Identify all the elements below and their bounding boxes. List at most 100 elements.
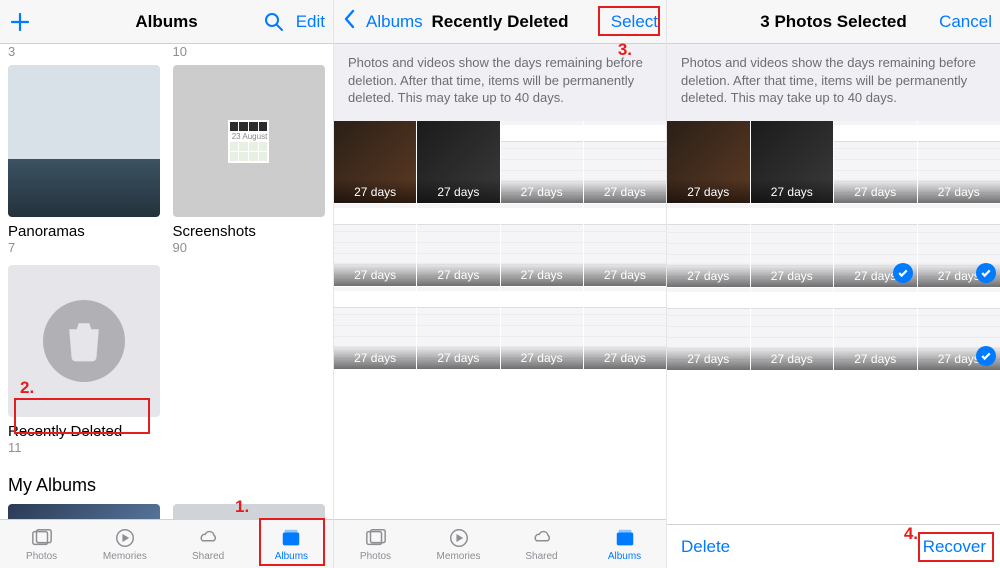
add-album-button[interactable]	[8, 10, 32, 34]
days-label: 27 days	[834, 346, 917, 370]
tab-label: Photos	[360, 551, 391, 562]
days-label: 27 days	[667, 263, 750, 287]
days-label: 27 days	[584, 345, 666, 369]
album-date: 23 August	[230, 132, 268, 141]
selection-screen: 3 Photos Selected Cancel Photos and vide…	[667, 0, 1000, 568]
cancel-button[interactable]: Cancel	[939, 12, 992, 32]
album-name: Recently Deleted	[8, 423, 325, 440]
days-label: 27 days	[584, 179, 666, 203]
nav-bar: 3 Photos Selected Cancel	[667, 0, 1000, 44]
photo-cell[interactable]: 27 days	[918, 204, 1000, 287]
photo-cell[interactable]: 27 days	[667, 121, 750, 204]
photo-cell[interactable]: 27 days	[417, 121, 499, 203]
tab-memories[interactable]: Memories	[83, 520, 166, 568]
info-text: Photos and videos show the days remainin…	[334, 44, 666, 121]
tab-label: Shared	[192, 551, 224, 562]
tab-photos[interactable]: Photos	[0, 520, 83, 568]
photo-grid: 27 days27 days27 days27 days27 days27 da…	[667, 121, 1000, 371]
days-label: 27 days	[751, 346, 834, 370]
photo-cell[interactable]: 27 days	[334, 204, 416, 286]
photo-cell[interactable]: 27 days	[751, 204, 834, 287]
days-label: 27 days	[417, 345, 499, 369]
albums-screen: Albums Edit 3 Panoramas 7 10 23 August	[0, 0, 334, 568]
tab-albums[interactable]: Albums	[250, 520, 333, 568]
album-name: Panoramas	[8, 223, 161, 240]
tab-label: Albums	[275, 551, 308, 562]
photo-cell[interactable]: 27 days	[501, 204, 583, 286]
album-count: 90	[173, 240, 326, 255]
info-text: Photos and videos show the days remainin…	[667, 44, 1000, 121]
photo-cell[interactable]: 27 days	[667, 288, 750, 371]
recover-button[interactable]: Recover	[923, 537, 986, 557]
days-label: 27 days	[834, 179, 917, 203]
tab-label: Albums	[608, 551, 641, 562]
action-toolbar: Delete Recover	[667, 524, 1000, 568]
days-label: 27 days	[501, 179, 583, 203]
chevron-left-icon[interactable]	[342, 9, 356, 34]
photo-cell[interactable]: 27 days	[751, 288, 834, 371]
select-button[interactable]: Select	[611, 12, 658, 32]
photo-cell[interactable]: 27 days	[751, 121, 834, 204]
tab-label: Shared	[525, 551, 557, 562]
photo-cell[interactable]: 27 days	[501, 121, 583, 203]
photo-cell[interactable]: 27 days	[417, 204, 499, 286]
photo-cell[interactable]: 27 days	[334, 121, 416, 203]
photo-cell[interactable]: 27 days	[584, 204, 666, 286]
album-name: Screenshots	[173, 223, 326, 240]
tab-photos[interactable]: Photos	[334, 520, 417, 568]
photo-cell[interactable]: 27 days	[918, 121, 1000, 204]
photo-cell[interactable]: 27 days	[918, 288, 1000, 371]
album-count: 3	[8, 44, 161, 59]
photo-cell[interactable]: 27 days	[834, 204, 917, 287]
search-icon[interactable]	[262, 10, 286, 34]
album-thumb-screenshots[interactable]: 23 August	[173, 65, 325, 217]
tab-memories[interactable]: Memories	[417, 520, 500, 568]
days-label: 27 days	[584, 262, 666, 286]
album-count: 10	[173, 44, 326, 59]
tab-bar: Photos Memories Shared Albums	[334, 519, 666, 568]
trash-icon	[43, 300, 125, 382]
days-label: 27 days	[501, 345, 583, 369]
tab-label: Photos	[26, 551, 57, 562]
album-thumb[interactable]	[8, 504, 160, 519]
album-count: 7	[8, 240, 161, 255]
album-count: 11	[8, 440, 325, 455]
edit-button[interactable]: Edit	[296, 12, 325, 32]
days-label: 27 days	[334, 179, 416, 203]
check-icon	[976, 346, 996, 366]
tab-bar: Photos Memories Shared Albums	[0, 519, 333, 568]
days-label: 27 days	[751, 263, 834, 287]
check-icon	[976, 263, 996, 283]
photo-cell[interactable]: 27 days	[584, 287, 666, 369]
check-icon	[893, 263, 913, 283]
album-thumb-panoramas[interactable]	[8, 65, 160, 217]
days-label: 27 days	[667, 179, 750, 203]
photo-cell[interactable]: 27 days	[501, 287, 583, 369]
tab-shared[interactable]: Shared	[500, 520, 583, 568]
photo-grid: 27 days27 days27 days27 days27 days27 da…	[334, 121, 666, 370]
album-thumb-recently-deleted[interactable]	[8, 265, 160, 417]
days-label: 27 days	[918, 179, 1000, 203]
tab-shared[interactable]: Shared	[167, 520, 250, 568]
back-button[interactable]: Albums	[366, 12, 423, 32]
photo-cell[interactable]: 27 days	[834, 121, 917, 204]
album-thumb[interactable]	[173, 504, 325, 519]
nav-bar: Albums Recently Deleted Select	[334, 0, 666, 44]
albums-body: 3 Panoramas 7 10 23 August Screenshots 9…	[0, 44, 333, 519]
days-label: 27 days	[334, 262, 416, 286]
photo-cell[interactable]: 27 days	[667, 204, 750, 287]
days-label: 27 days	[667, 346, 750, 370]
tab-albums[interactable]: Albums	[583, 520, 666, 568]
tab-label: Memories	[103, 551, 147, 562]
photo-cell[interactable]: 27 days	[834, 288, 917, 371]
tab-label: Memories	[437, 551, 481, 562]
days-label: 27 days	[501, 262, 583, 286]
delete-button[interactable]: Delete	[681, 537, 730, 557]
nav-bar: Albums Edit	[0, 0, 333, 44]
photo-cell[interactable]: 27 days	[584, 121, 666, 203]
photo-cell[interactable]: 27 days	[334, 287, 416, 369]
days-label: 27 days	[334, 345, 416, 369]
days-label: 27 days	[417, 179, 499, 203]
days-label: 27 days	[417, 262, 499, 286]
photo-cell[interactable]: 27 days	[417, 287, 499, 369]
